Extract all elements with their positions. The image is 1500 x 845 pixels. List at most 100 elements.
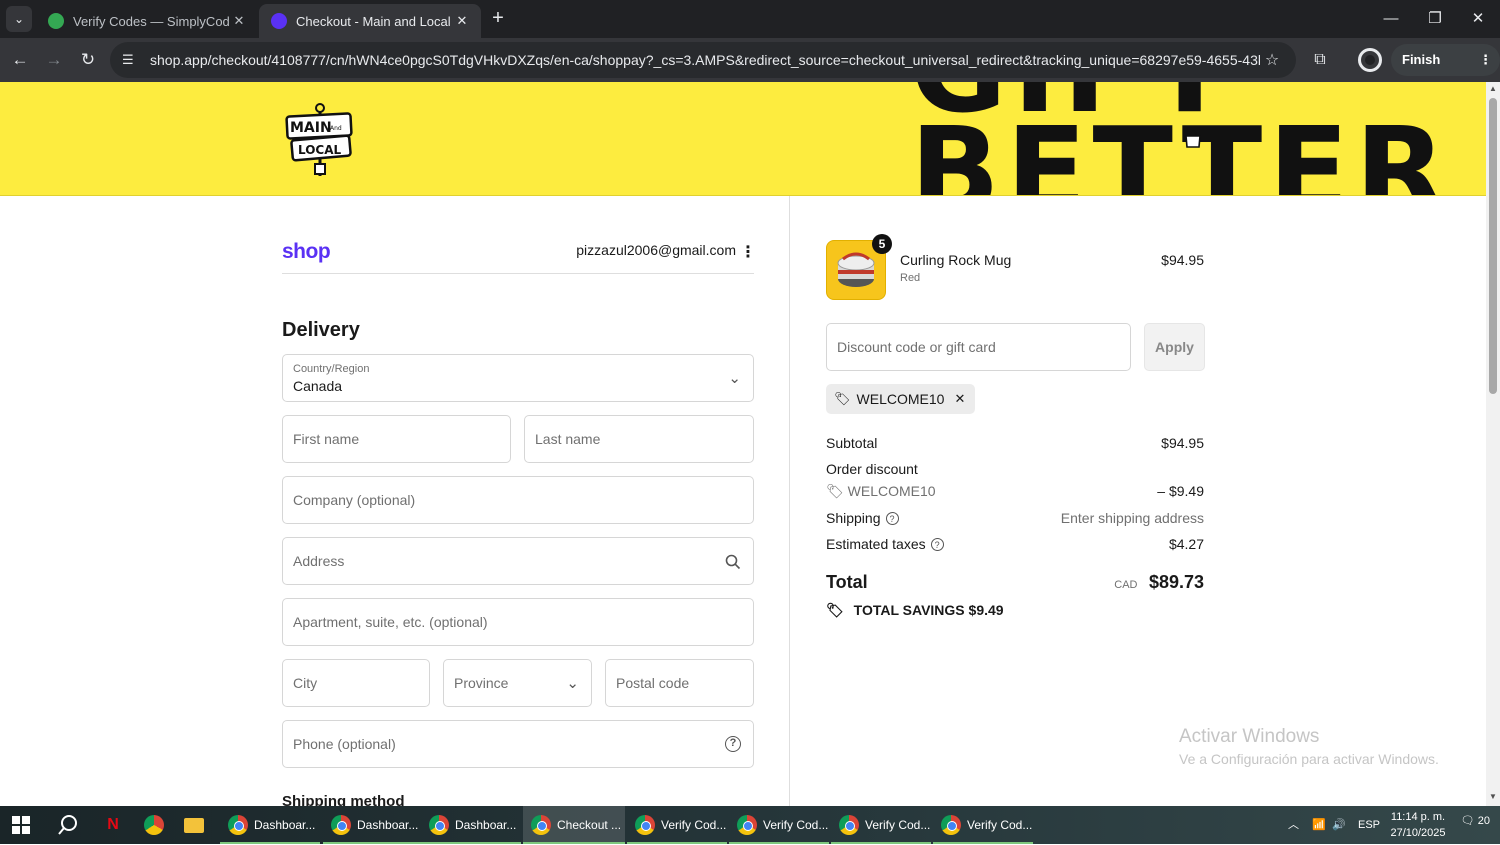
bookmark-star-icon[interactable]: ☆: [1260, 50, 1284, 70]
company-placeholder: Company (optional): [293, 492, 416, 508]
taskbar-app-verify-3[interactable]: Verify Cod...: [831, 806, 931, 844]
account-menu-icon[interactable]: ⋮: [740, 242, 756, 262]
tab-search-button[interactable]: ⌄: [6, 6, 32, 32]
province-select[interactable]: Province ⌄: [443, 659, 592, 707]
browser-chrome: ⌄ Verify Codes — SimplyCodes ✕ Checkout …: [0, 0, 1500, 99]
taskbar-app-verify-2[interactable]: Verify Cod...: [729, 806, 829, 844]
product-name: Curling Rock Mug: [900, 252, 1012, 268]
taskbar-app-dashboard-1[interactable]: Dashboar...: [220, 806, 320, 844]
city-field[interactable]: City: [282, 659, 430, 707]
scroll-down-icon[interactable]: ▼: [1486, 792, 1500, 804]
close-tab-icon[interactable]: ✕: [453, 13, 471, 29]
extensions-puzzle-icon[interactable]: ⧉: [1308, 48, 1332, 72]
phone-placeholder: Phone (optional): [293, 736, 396, 752]
site-info-icon[interactable]: ☰: [122, 52, 144, 68]
more-menu-icon[interactable]: ⋮: [1479, 44, 1492, 76]
taskbar-app-checkout[interactable]: Checkout ...: [523, 806, 625, 844]
back-button[interactable]: ←: [8, 48, 32, 72]
windows-start-icon[interactable]: [8, 812, 34, 838]
new-tab-button[interactable]: +: [487, 8, 509, 30]
discount-code-row: 🏷 WELCOME10 – $9.49: [826, 483, 1204, 500]
minimize-button[interactable]: —: [1376, 6, 1406, 32]
taskbar-app-dashboard-3[interactable]: Dashboar...: [421, 806, 521, 844]
help-icon[interactable]: ?: [930, 538, 944, 551]
show-hidden-icons-icon[interactable]: ︿: [1288, 806, 1299, 844]
scrollbar-thumb[interactable]: [1489, 98, 1497, 394]
country-value: Canada: [293, 378, 343, 394]
tab-title: Verify Codes — SimplyCodes: [73, 13, 230, 29]
close-window-button[interactable]: ✕: [1463, 6, 1493, 32]
applied-code-text: WELCOME10: [856, 391, 945, 407]
page-scrollbar[interactable]: ▲ ▼: [1486, 82, 1500, 806]
chrome-icon[interactable]: [141, 812, 167, 838]
notification-center[interactable]: 🗨 20: [1460, 814, 1490, 836]
reload-button[interactable]: ↻: [76, 48, 100, 72]
postal-code-field[interactable]: Postal code: [605, 659, 754, 707]
address-placeholder: Address: [293, 553, 345, 569]
search-icon: [725, 554, 741, 570]
subtotal-label: Subtotal: [826, 435, 878, 451]
shipping-value: Enter shipping address: [1060, 510, 1204, 526]
forward-button[interactable]: →: [42, 48, 66, 72]
quantity-badge: 5: [872, 234, 892, 254]
shipping-method-heading: Shipping method: [282, 793, 405, 806]
scroll-up-icon[interactable]: ▲: [1486, 84, 1500, 96]
finish-update-button[interactable]: Finish update ⋮: [1391, 44, 1500, 99]
taskbar-app-verify-1[interactable]: Verify Cod...: [627, 806, 727, 844]
close-tab-icon[interactable]: ✕: [230, 13, 248, 29]
chrome-profile-icon: [331, 815, 351, 835]
taskbar-app-verify-4[interactable]: Verify Cod...: [933, 806, 1033, 844]
last-name-placeholder: Last name: [535, 431, 601, 447]
chrome-profile-icon: [429, 815, 449, 835]
account-email: pizzazul2006@gmail.com: [576, 242, 736, 258]
apartment-field[interactable]: Apartment, suite, etc. (optional): [282, 598, 754, 646]
phone-field[interactable]: Phone (optional) ?: [282, 720, 754, 768]
volume-icon[interactable]: 🔊: [1332, 806, 1346, 844]
taxes-row: Estimated taxes? $4.27: [826, 536, 1204, 552]
last-name-field[interactable]: Last name: [524, 415, 754, 463]
address-bar[interactable]: ☰ shop.app/checkout/4108777/cn/hWN4ce0pg…: [110, 42, 1296, 78]
apply-discount-button[interactable]: Apply: [1144, 323, 1205, 371]
notification-count: 20: [1477, 815, 1490, 827]
company-field[interactable]: Company (optional): [282, 476, 754, 524]
search-icon[interactable]: [55, 812, 81, 838]
netflix-icon[interactable]: N: [100, 812, 126, 838]
network-icon[interactable]: 📶: [1312, 806, 1326, 844]
chrome-profile-icon: [635, 815, 655, 835]
language-indicator[interactable]: ESP: [1358, 806, 1380, 844]
product-variant: Red: [900, 272, 921, 284]
taxes-value: $4.27: [1168, 536, 1204, 552]
chevron-down-icon: ⌄: [566, 675, 579, 692]
remove-discount-icon[interactable]: ✕: [954, 391, 965, 407]
logo-text-local: LOCAL: [298, 143, 342, 157]
main-and-local-logo[interactable]: MAIN And LOCAL: [284, 102, 356, 178]
store-banner: MAIN And LOCAL GIFT BETTER: [0, 82, 1486, 196]
apartment-placeholder: Apartment, suite, etc. (optional): [293, 614, 488, 630]
address-field[interactable]: Address: [282, 537, 754, 585]
windows-taskbar: N Dashboar... Dashboar... Dashboar... Ch…: [0, 806, 1500, 844]
country-select[interactable]: Country/Region Canada ⌄: [282, 354, 754, 402]
logo-text-main: MAIN: [290, 120, 332, 136]
taskbar-app-label: Verify Cod...: [661, 818, 727, 832]
profile-avatar-icon[interactable]: [1358, 48, 1382, 72]
help-icon[interactable]: ?: [885, 512, 899, 525]
tab-strip: ⌄ Verify Codes — SimplyCodes ✕ Checkout …: [0, 0, 1500, 38]
system-clock[interactable]: 11:14 p. m. 27/10/2025: [1386, 809, 1450, 841]
restore-button[interactable]: ❐: [1420, 6, 1450, 32]
postal-code-placeholder: Postal code: [616, 675, 690, 691]
file-explorer-icon[interactable]: [181, 812, 207, 838]
tab-checkout[interactable]: Checkout - Main and Local ✕: [259, 4, 481, 38]
first-name-field[interactable]: First name: [282, 415, 511, 463]
total-savings: 🏷 TOTAL SAVINGS $9.49: [826, 602, 1004, 619]
url-text[interactable]: shop.app/checkout/4108777/cn/hWN4ce0pgcS…: [144, 52, 1260, 68]
taskbar-app-label: Dashboar...: [455, 818, 517, 832]
clock-date: 27/10/2025: [1390, 827, 1446, 839]
help-icon[interactable]: ?: [725, 736, 741, 752]
taskbar-app-dashboard-2[interactable]: Dashboar...: [323, 806, 423, 844]
chrome-profile-icon: [941, 815, 961, 835]
tab-simplycodes[interactable]: Verify Codes — SimplyCodes ✕: [36, 4, 258, 38]
subtotal-row: Subtotal $94.95: [826, 435, 1204, 451]
discount-code-field[interactable]: Discount code or gift card: [826, 323, 1131, 371]
shopping-bag-icon[interactable]: [1183, 129, 1203, 149]
tag-icon: 🏷: [834, 391, 851, 406]
